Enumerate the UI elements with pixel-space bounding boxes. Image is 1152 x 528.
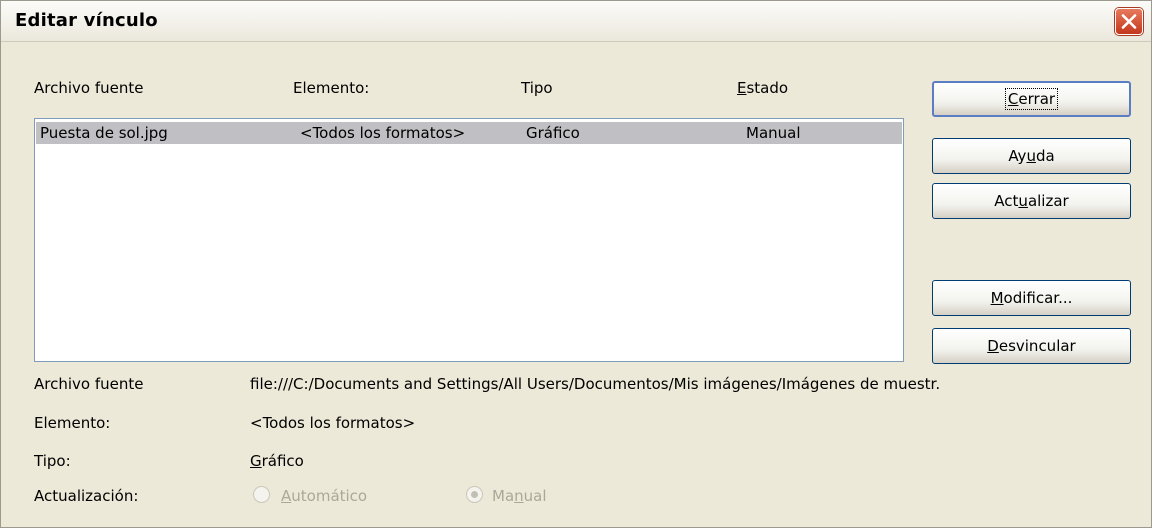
manual-radio-label[interactable]: Manual	[492, 487, 547, 505]
header-status[interactable]: Estado	[737, 79, 788, 97]
title-bar[interactable]: Editar vínculo	[1, 1, 1151, 42]
automatic-radio[interactable]	[253, 486, 270, 503]
links-list[interactable]: Puesta de sol.jpg <Todos los formatos> G…	[34, 118, 904, 362]
close-icon	[1121, 14, 1137, 29]
source-file-label: Archivo fuente	[34, 375, 144, 393]
link-element: <Todos los formatos>	[300, 124, 466, 142]
table-row[interactable]: Puesta de sol.jpg <Todos los formatos> G…	[36, 122, 902, 144]
link-status: Manual	[746, 124, 801, 142]
element-label: Elemento:	[34, 414, 111, 432]
header-source-file[interactable]: Archivo fuente	[34, 79, 143, 97]
type-value: Gráfico	[250, 452, 304, 470]
manual-radio[interactable]	[466, 486, 483, 503]
close-button[interactable]: Cerrar	[932, 81, 1131, 117]
update-button[interactable]: Actualizar	[932, 183, 1131, 219]
automatic-radio-label[interactable]: Automático	[281, 487, 367, 505]
window-close-button[interactable]	[1115, 8, 1143, 35]
link-type: Gráfico	[526, 124, 580, 142]
link-source: Puesta de sol.jpg	[40, 124, 168, 142]
element-value: <Todos los formatos>	[250, 414, 416, 432]
header-type[interactable]: Tipo	[521, 79, 553, 97]
help-button[interactable]: Ayuda	[932, 138, 1131, 174]
modify-button[interactable]: Modificar...	[932, 280, 1131, 316]
unlink-button[interactable]: Desvincular	[932, 328, 1131, 364]
window-title: Editar vínculo	[15, 10, 158, 31]
source-file-value: file:///C:/Documents and Settings/All Us…	[250, 375, 941, 393]
header-element[interactable]: Elemento:	[293, 79, 369, 97]
radio-selected-dot	[471, 491, 478, 498]
type-label: Tipo:	[34, 452, 71, 470]
edit-link-dialog: Editar vínculo Archivo fuente Elemento: …	[0, 0, 1152, 528]
update-mode-label: Actualización:	[34, 487, 139, 505]
